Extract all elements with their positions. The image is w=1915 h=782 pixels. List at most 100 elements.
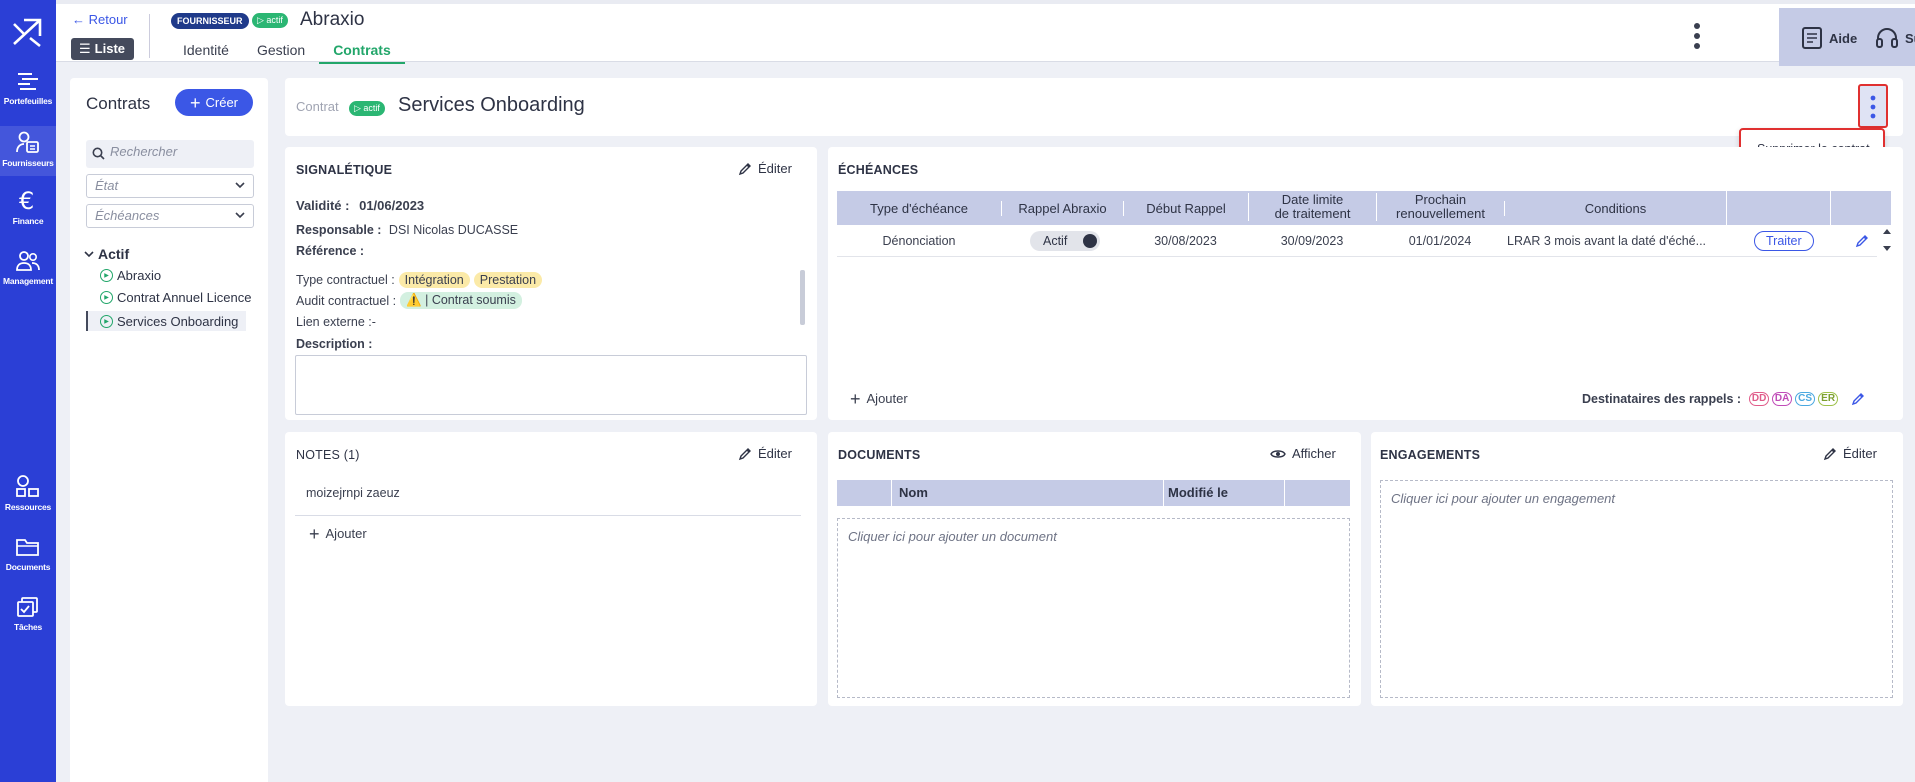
support-button[interactable]: Support [1875, 26, 1915, 50]
search-input[interactable]: Rechercher [86, 140, 254, 168]
col-type: Type d'échéance [870, 201, 968, 216]
recipients-row: Destinataires des rappels : DD DA CS ER [1582, 392, 1865, 406]
supplier-title: Abraxio [300, 9, 365, 30]
contract-menu-button[interactable] [1858, 84, 1888, 128]
edit-signaletique-button[interactable]: Éditer [738, 161, 792, 176]
type-tag: Intégration [398, 272, 470, 288]
nav-finance[interactable]: € Finance [0, 188, 56, 226]
row-debut: 30/08/2023 [1154, 234, 1217, 248]
type-row: Type contractuel : Intégration Prestation [296, 272, 543, 288]
svg-text:€: € [19, 188, 34, 212]
nav-portefeuilles[interactable]: Portefeuilles [0, 70, 56, 106]
add-document-dropzone[interactable]: Cliquer ici pour ajouter un document [837, 518, 1350, 698]
nav-label: Tâches [13, 622, 43, 632]
help-zone: Aide Support [1779, 8, 1915, 66]
back-link[interactable]: ← Retour [72, 12, 128, 27]
rappel-toggle[interactable]: Actif [1030, 231, 1100, 251]
contract-item-label: Services Onboarding [117, 313, 239, 329]
audit-label: Audit contractuel : [296, 293, 397, 308]
validity-value: 01/06/2023 [359, 198, 425, 213]
create-contract-button[interactable]: + Créer [175, 89, 253, 116]
more-options-icon [1870, 95, 1876, 119]
tab-contrats[interactable]: Contrats [319, 38, 405, 64]
more-options-icon[interactable] [1687, 20, 1707, 52]
supplier-type-badge: FOURNISSEUR [171, 13, 249, 29]
col-divider [1284, 480, 1285, 506]
play-circle-icon: ▶ [100, 269, 113, 282]
table-row[interactable]: Dénonciation Actif 30/08/2023 30/09/2023… [837, 225, 1877, 257]
notes-card: NOTES (1) Éditer moizejrnpi zaeuz + Ajout… [285, 432, 817, 706]
sidebar: Portefeuilles Fournisseurs € Finance Man… [0, 0, 56, 782]
scrollbar[interactable] [800, 270, 805, 325]
contracts-title: Contrats [86, 94, 151, 113]
contract-label: Contrat [296, 99, 339, 114]
pencil-icon[interactable] [1855, 234, 1869, 248]
echeances-title: ÉCHÉANCES [838, 163, 919, 177]
add-deadline-button[interactable]: + Ajouter [850, 388, 908, 409]
contract-item-label: Abraxio [117, 268, 162, 283]
group-actif[interactable]: Actif [84, 246, 129, 262]
contract-item[interactable]: ▶ Abraxio [100, 268, 161, 283]
contract-item-selected[interactable]: ▶ Services Onboarding [86, 311, 246, 331]
audit-row: Audit contractuel : ⚠️ | Contrat soumis [296, 292, 522, 309]
recipient-chip[interactable]: CS [1795, 392, 1816, 406]
show-label: Afficher [1292, 446, 1336, 461]
add-engagement-dropzone[interactable]: Cliquer ici pour ajouter un engagement [1380, 480, 1893, 698]
nav-management[interactable]: Management [0, 250, 56, 286]
audit-tag: ⚠️ | Contrat soumis [400, 292, 522, 309]
pencil-icon[interactable] [1851, 392, 1865, 406]
type-label: Type contractuel : [296, 273, 395, 287]
tab-gestion[interactable]: Gestion [243, 38, 319, 64]
scroll-arrows-icon[interactable] [1882, 227, 1892, 253]
help-button[interactable]: Aide [1801, 26, 1857, 50]
contract-name: Services Onboarding [398, 94, 585, 116]
eye-icon [1270, 449, 1286, 458]
nav-label: Management [3, 276, 53, 286]
edit-label: Éditer [758, 446, 792, 461]
external-link-row: Lien externe :- [296, 315, 376, 329]
tab-identite[interactable]: Identité [169, 38, 243, 64]
search-placeholder: Rechercher [110, 144, 178, 159]
engagements-card: ENGAGEMENTS Éditer Cliquer ici pour ajou… [1371, 432, 1903, 706]
note-item[interactable]: moizejrnpi zaeuz [295, 476, 801, 516]
state-placeholder: État [95, 178, 119, 193]
create-label: Créer [205, 95, 239, 110]
recipient-chip[interactable]: ER [1818, 392, 1839, 406]
contract-item[interactable]: ▶ Contrat Annuel Licence [100, 290, 266, 305]
nav-label: Fournisseurs [2, 158, 54, 168]
folder-icon [16, 539, 39, 556]
col-limite: Date limite de traitement [1248, 193, 1376, 221]
play-circle-icon: ▶ [100, 314, 113, 328]
description-field[interactable] [295, 355, 807, 415]
echeances-table-header: Type d'échéance Rappel Abraxio Début Rap… [837, 191, 1891, 225]
app-logo[interactable] [10, 14, 46, 50]
col-modified: Modifié le [1163, 480, 1228, 506]
col-divider [1726, 191, 1727, 225]
toggle-knob [1083, 234, 1097, 248]
add-note-button[interactable]: + Ajouter [309, 525, 367, 543]
recipient-chip[interactable]: DA [1772, 392, 1793, 406]
state-select[interactable]: État [86, 174, 254, 198]
nav-documents[interactable]: Documents [0, 536, 56, 572]
echeances-card: ÉCHÉANCES Type d'échéance Rappel Abraxio… [828, 147, 1903, 420]
type-tag: Prestation [473, 272, 543, 288]
nav-ressources[interactable]: Ressources [0, 474, 56, 512]
menu-icon: ☰ [79, 41, 91, 56]
process-button[interactable]: Traiter [1754, 231, 1814, 251]
edit-notes-button[interactable]: Éditer [738, 446, 792, 461]
row-limite: 30/09/2023 [1280, 234, 1344, 248]
pencil-icon [738, 447, 751, 460]
nav-taches[interactable]: Tâches [0, 596, 56, 632]
chevron-down-icon [235, 182, 245, 189]
edit-engagements-button[interactable]: Éditer [1823, 446, 1877, 461]
pencil-icon [1823, 447, 1836, 460]
show-documents-button[interactable]: Afficher [1270, 446, 1336, 461]
deadlines-select[interactable]: Échéances [86, 204, 254, 228]
col-icon [837, 480, 892, 506]
plus-icon: + [189, 92, 201, 113]
recipient-chip[interactable]: DD [1749, 392, 1770, 406]
nav-label: Ressources [4, 502, 52, 512]
nav-fournisseurs[interactable]: Fournisseurs [0, 126, 56, 176]
plus-icon: + [850, 388, 861, 409]
list-button[interactable]: ☰ Liste [71, 38, 134, 60]
